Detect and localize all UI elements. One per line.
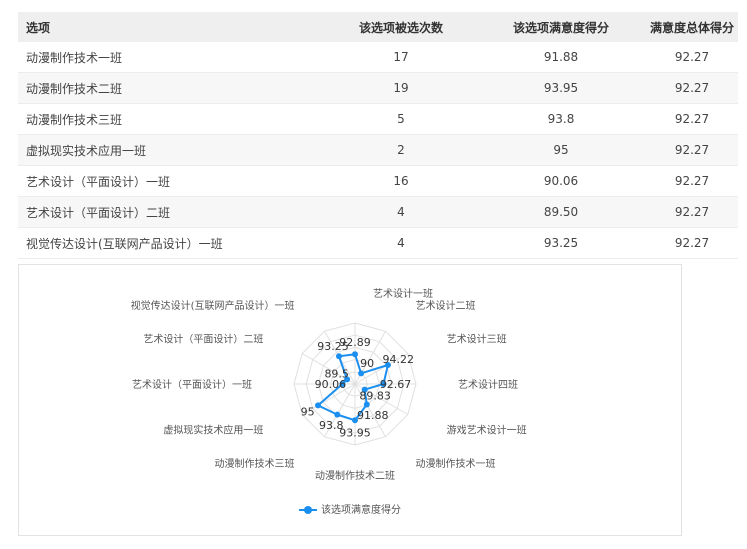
cell-total: 92.27 (646, 196, 738, 228)
cell-score: 95 (476, 134, 646, 166)
cell-option: 虚拟现实技术应用一班 (18, 134, 326, 166)
cell-count: 5 (326, 103, 476, 135)
header-score: 该选项满意度得分 (476, 12, 646, 42)
radar-data-label: 91.88 (357, 409, 389, 422)
legend-marker-icon (299, 506, 317, 514)
radar-category-label: 艺术设计一班 (373, 287, 433, 300)
cell-total: 92.27 (646, 227, 738, 259)
cell-score: 91.88 (476, 42, 646, 73)
radar-category-label: 动漫制作技术一班 (416, 457, 496, 470)
table-row: 视觉传达设计(互联网产品设计）一班 4 93.25 92.27 (18, 227, 738, 259)
chart-legend[interactable]: 该选项满意度得分 (19, 501, 681, 516)
radar-category-label: 视觉传达设计(互联网产品设计）一班 (131, 299, 295, 312)
radar-category-label: 艺术设计二班 (416, 299, 476, 312)
cell-option: 艺术设计（平面设计）二班 (18, 196, 326, 228)
table-row: 动漫制作技术三班 5 93.8 92.27 (18, 103, 738, 135)
table-header-row: 选项 该选项被选次数 该选项满意度得分 满意度总体得分 (18, 12, 738, 42)
radar-data-point (336, 353, 342, 360)
radar-data-point (315, 402, 321, 409)
header-total: 满意度总体得分 (646, 12, 738, 42)
cell-total: 92.27 (646, 103, 738, 135)
cell-total: 92.27 (646, 72, 738, 104)
radar-data-point (334, 411, 341, 418)
table-row: 虚拟现实技术应用一班 2 95 92.27 (18, 134, 738, 166)
radar-data-point (358, 370, 365, 377)
radar-data-label: 93.95 (339, 426, 371, 439)
radar-data-point (352, 417, 358, 424)
radar-category-label: 艺术设计（平面设计）一班 (132, 378, 252, 391)
legend-label: 该选项满意度得分 (321, 505, 401, 516)
table-row: 动漫制作技术二班 19 93.95 92.27 (18, 72, 738, 104)
cell-total: 92.27 (646, 42, 738, 73)
table-body: 动漫制作技术一班 17 91.88 92.27 动漫制作技术二班 19 93.95 92.27… (18, 42, 738, 259)
cell-count: 4 (326, 196, 476, 228)
radar-data-label: 93.8 (319, 419, 344, 432)
radar-category-label: 动漫制作技术三班 (215, 457, 295, 470)
cell-score: 93.25 (476, 227, 646, 259)
radar-category-label: 艺术设计三班 (447, 333, 507, 346)
cell-count: 16 (326, 165, 476, 197)
radar-data-label: 90 (360, 357, 374, 370)
radar-data-point (352, 351, 358, 358)
radar-data-label: 89.5 (324, 367, 349, 380)
cell-score: 93.8 (476, 103, 646, 135)
radar-category-label: 艺术设计（平面设计）二班 (143, 333, 263, 346)
radar-category-label: 游戏艺术设计一班 (447, 424, 527, 437)
radar-data-label: 95 (301, 405, 315, 418)
radar-data-label: 89.83 (359, 390, 391, 403)
cell-count: 2 (326, 134, 476, 166)
cell-option: 动漫制作技术二班 (18, 72, 326, 104)
cell-count: 4 (326, 227, 476, 259)
cell-option: 动漫制作技术一班 (18, 42, 326, 73)
cell-total: 92.27 (646, 165, 738, 197)
radar-category-label: 虚拟现实技术应用一班 (163, 424, 263, 437)
cell-option: 艺术设计（平面设计）一班 (18, 165, 326, 197)
cell-score: 89.50 (476, 196, 646, 228)
cell-score: 93.95 (476, 72, 646, 104)
cell-score: 90.06 (476, 165, 646, 197)
cell-total: 92.27 (646, 134, 738, 166)
radar-category-label: 动漫制作技术二班 (315, 469, 395, 482)
table-row: 艺术设计（平面设计）一班 16 90.06 92.27 (18, 165, 738, 197)
cell-option: 视觉传达设计(互联网产品设计）一班 (18, 227, 326, 259)
radar-category-label: 艺术设计四班 (458, 378, 518, 391)
radar-data-label: 94.22 (383, 353, 415, 366)
radar-data-label: 93.25 (317, 340, 349, 353)
results-table: 选项 该选项被选次数 该选项满意度得分 满意度总体得分 动漫制作技术一班 17 91… (18, 12, 738, 259)
header-count: 该选项被选次数 (326, 12, 476, 42)
radar-chart: 艺术设计一班艺术设计二班艺术设计三班艺术设计四班游戏艺术设计一班动漫制作技术一班… (131, 287, 527, 482)
header-option: 选项 (18, 12, 326, 42)
cell-count: 17 (326, 42, 476, 73)
table-row: 动漫制作技术一班 17 91.88 92.27 (18, 42, 738, 73)
cell-option: 动漫制作技术三班 (18, 103, 326, 135)
radar-chart-panel: 艺术设计一班 艺术设计二班艺术设计三班艺术设计四班 游戏艺术设计一班动漫制作技术一班… (18, 264, 682, 536)
results-table-container: 选项 该选项被选次数 该选项满意度得分 满意度总体得分 动漫制作技术一班 17 91… (18, 12, 738, 259)
table-row: 艺术设计（平面设计）二班 4 89.50 92.27 (18, 196, 738, 228)
cell-count: 19 (326, 72, 476, 104)
radar-data-point (363, 401, 370, 408)
